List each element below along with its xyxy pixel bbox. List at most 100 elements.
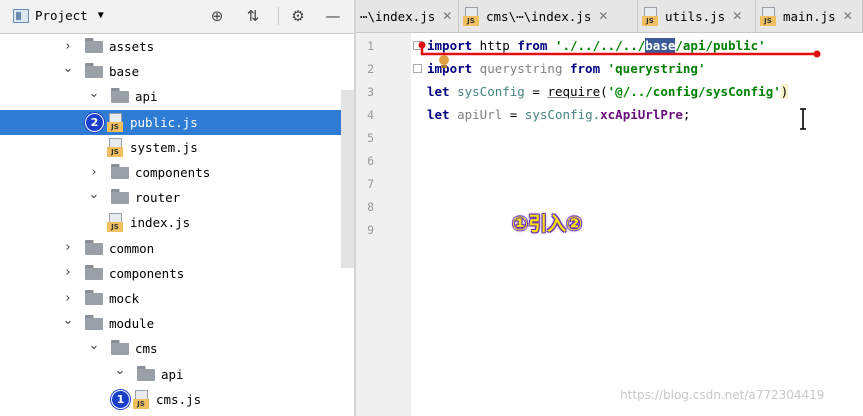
- step-badge: 2: [85, 112, 104, 132]
- code-line-4: let apiUrl = sysConfig.xcApiUrlPre;: [427, 107, 691, 122]
- tab-cms-index-js[interactable]: JS cms\⋯\index.js ✕: [459, 0, 638, 32]
- close-icon[interactable]: ✕: [598, 9, 608, 23]
- code-line-3: let sysConfig = require('@/../config/sys…: [427, 84, 789, 99]
- folder-icon: [111, 88, 129, 104]
- folder-icon: [85, 315, 103, 331]
- tree-item-mock[interactable]: › mock: [0, 286, 354, 311]
- line-number: 6: [367, 154, 374, 168]
- chevron-right-icon[interactable]: ›: [62, 291, 74, 306]
- tab-label: main.js: [783, 8, 836, 24]
- header-divider: [278, 7, 279, 25]
- project-icon: [13, 8, 29, 23]
- tree-item-label: mock: [109, 291, 140, 306]
- folder-icon: [85, 63, 103, 79]
- tab-main-js[interactable]: JS main.js ✕: [756, 0, 863, 32]
- chevron-down-icon[interactable]: ⌄: [114, 363, 126, 378]
- tree-item-system-js[interactable]: JS system.js: [0, 135, 354, 160]
- chevron-right-icon[interactable]: ›: [62, 265, 74, 280]
- folder-icon: [137, 365, 155, 381]
- step-badge: 1: [111, 389, 130, 409]
- minimize-icon[interactable]: —: [324, 7, 342, 25]
- tab-label: utils.js: [665, 8, 726, 24]
- project-view-selector[interactable]: Project ▼: [13, 8, 104, 23]
- chevron-right-icon[interactable]: ›: [88, 165, 100, 180]
- tree-item-index-js[interactable]: JS index.js: [0, 210, 354, 235]
- folder-icon: [111, 189, 129, 205]
- js-file-icon: JS: [642, 6, 660, 26]
- folder-icon: [85, 239, 103, 255]
- chevron-down-icon[interactable]: ⌄: [88, 86, 100, 101]
- chevron-right-icon[interactable]: ›: [62, 39, 74, 54]
- line-number-gutter: 1 2 3 4 5 6 7 8 9: [356, 33, 422, 416]
- folder-icon: [85, 290, 103, 305]
- watermark: https://blog.csdn.net/a772304419: [620, 388, 825, 402]
- tree-item-components[interactable]: › components: [0, 160, 354, 185]
- tree-item-assets[interactable]: › assets: [0, 34, 354, 59]
- text-cursor-icon: [800, 108, 806, 130]
- tab-index-js[interactable]: ⋯\index.js ✕: [356, 0, 459, 32]
- js-file-icon: JS: [107, 112, 125, 132]
- tree-item-label: index.js: [130, 215, 191, 231]
- tree-item-label: public.js: [130, 114, 198, 130]
- tree-item-router[interactable]: ⌄ router: [0, 185, 354, 210]
- tree-item-label: assets: [109, 39, 155, 54]
- close-icon[interactable]: ✕: [732, 9, 742, 23]
- annotation-label: ①引入②: [512, 213, 583, 235]
- js-file-icon: JS: [760, 6, 778, 26]
- code-editor[interactable]: import http from './../../../base/api/pu…: [427, 33, 863, 416]
- tree-item-label: base: [109, 64, 140, 80]
- tree-item-cms[interactable]: ⌄ cms: [0, 336, 354, 361]
- tree-item-module[interactable]: ⌄ module: [0, 311, 354, 336]
- chevron-down-icon[interactable]: ⌄: [88, 338, 100, 353]
- js-file-icon: JS: [107, 137, 125, 157]
- tree-item-label: components: [135, 165, 211, 180]
- tree-item-common[interactable]: › common: [0, 236, 354, 261]
- tree-item-label: common: [109, 240, 155, 256]
- line-number: 7: [367, 177, 374, 191]
- close-icon[interactable]: ✕: [843, 9, 853, 23]
- tree-item-api[interactable]: ⌄ api: [0, 362, 354, 387]
- js-file-icon: JS: [463, 6, 481, 26]
- tab-label: cms\⋯\index.js: [486, 8, 592, 24]
- project-panel-header: Project ▼ ⊕ ⇅ ⚙ —: [0, 0, 354, 34]
- chevron-down-icon: ▼: [97, 10, 104, 21]
- collapse-icon[interactable]: ⇅: [244, 7, 262, 25]
- tree-item-label: api: [161, 366, 184, 382]
- tree-item-label: module: [109, 316, 155, 332]
- intention-bulb-icon[interactable]: [437, 54, 451, 70]
- tree-item-public-js[interactable]: JS public.js 2: [0, 109, 354, 135]
- tree-item-label: api: [135, 89, 158, 105]
- line-number: 5: [367, 131, 374, 145]
- tree-item-label: cms.js: [156, 391, 202, 407]
- tree-item-api[interactable]: ⌄ api: [0, 84, 354, 109]
- gear-icon[interactable]: ⚙: [289, 7, 307, 25]
- folder-icon: [111, 340, 129, 356]
- tab-utils-js[interactable]: JS utils.js ✕: [638, 0, 756, 32]
- folder-icon: [85, 38, 103, 53]
- tree-item-components[interactable]: › components: [0, 261, 354, 286]
- project-title: Project: [35, 8, 88, 23]
- close-icon[interactable]: ✕: [442, 9, 452, 23]
- chevron-down-icon[interactable]: ⌄: [88, 187, 100, 202]
- chevron-down-icon[interactable]: ⌄: [62, 313, 74, 328]
- crosshair-icon[interactable]: ⊕: [208, 7, 226, 25]
- line-number: 9: [367, 223, 374, 237]
- line-number: 1: [367, 39, 374, 53]
- line-number: 2: [367, 62, 374, 76]
- line-number: 3: [367, 85, 374, 99]
- tree-item-label: components: [109, 265, 185, 281]
- chevron-right-icon[interactable]: ›: [62, 240, 74, 255]
- tree-item-cms-js[interactable]: JS cms.js 1: [0, 387, 354, 412]
- js-file-icon: JS: [133, 389, 151, 409]
- tree-item-label: cms: [135, 341, 158, 357]
- tree-item-label: router: [135, 190, 181, 206]
- tab-label: ⋯\index.js: [360, 8, 436, 24]
- folder-icon: [111, 164, 129, 179]
- tree-item-label: system.js: [130, 139, 198, 155]
- editor-tab-bar: ⋯\index.js ✕ JS cms\⋯\index.js ✕ JS util…: [356, 0, 863, 33]
- chevron-down-icon[interactable]: ⌄: [62, 61, 74, 76]
- folder-icon: [85, 264, 103, 280]
- tree-item-base[interactable]: ⌄ base: [0, 59, 354, 84]
- line-number: 8: [367, 200, 374, 214]
- tree-scrollbar[interactable]: [341, 90, 354, 268]
